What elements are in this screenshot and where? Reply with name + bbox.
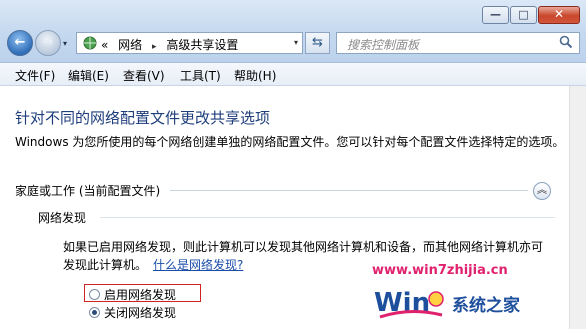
what-is-network-discovery-link[interactable]: 什么是网络发现? [153, 258, 243, 272]
chevron-up-icon: ︽ [537, 185, 547, 196]
enable-network-discovery-label: 启用网络发现 [104, 288, 177, 302]
profile-section-label: 家庭或工作 (当前配置文件) [15, 184, 161, 198]
menu-tools[interactable]: 工具(T) [180, 67, 221, 84]
search-input[interactable]: 搜索控制面板 [347, 36, 419, 53]
arrow-left-icon: ← [14, 35, 26, 50]
forward-button[interactable]: → [35, 30, 61, 56]
menu-file[interactable]: 文件(F) [15, 67, 55, 84]
breadcrumb-overflow[interactable]: « [101, 38, 108, 52]
network-icon [82, 36, 98, 50]
back-button[interactable]: ← [7, 30, 33, 56]
menu-edit[interactable]: 编辑(E) [68, 67, 109, 84]
address-dropdown-icon[interactable]: ▾ [294, 38, 298, 47]
page-description: Windows 为您所使用的每个网络创建单独的网络配置文件。您可以针对每个配置文… [15, 135, 565, 149]
close-button[interactable]: ✕ [538, 6, 580, 24]
breadcrumb: « 网络 ▸ 高级共享设置 [101, 36, 244, 53]
window-chrome: — □ ✕ ← → ▾ « 网络 ▸ 高级共享设置 ▾ ⇆ 搜索控制面板 [0, 0, 586, 63]
disable-network-discovery-label: 关闭网络发现 [104, 306, 177, 320]
network-discovery-divider [100, 217, 555, 218]
arrow-right-icon: → [42, 35, 54, 50]
search-icon [559, 35, 573, 53]
address-bar[interactable]: « 网络 ▸ 高级共享设置 ▾ [76, 32, 303, 54]
watermark-site-text: 系统之家 [452, 296, 520, 316]
profile-section-divider [170, 190, 528, 191]
menu-view[interactable]: 查看(V) [123, 67, 165, 84]
maximize-button[interactable]: □ [510, 6, 537, 24]
recent-pages-dropdown[interactable]: ▾ [63, 39, 67, 48]
disable-network-discovery-radio[interactable] [89, 307, 100, 318]
minimize-button[interactable]: — [482, 6, 509, 24]
maximize-icon: □ [518, 8, 529, 21]
breadcrumb-advanced-sharing[interactable]: 高级共享设置 [166, 38, 238, 52]
watermark: www.win7zhijia.cn Win 系统之家 [372, 263, 572, 325]
breadcrumb-separator-icon[interactable]: ▸ [152, 42, 157, 52]
disable-network-discovery-option[interactable]: 关闭网络发现 [89, 304, 176, 321]
refresh-button[interactable]: ⇆ [305, 32, 330, 54]
refresh-icon: ⇆ [312, 35, 323, 50]
page-title: 针对不同的网络配置文件更改共享选项 [15, 109, 271, 127]
enable-network-discovery-option[interactable]: 启用网络发现 [89, 286, 176, 303]
watermark-url: www.win7zhijia.cn [372, 263, 508, 278]
watermark-logo: Win [372, 281, 448, 323]
network-discovery-heading: 网络发现 [38, 211, 87, 225]
breadcrumb-network[interactable]: 网络 [118, 38, 142, 52]
menu-help[interactable]: 帮助(H) [234, 67, 276, 84]
menu-bar: 文件(F) 编辑(E) 查看(V) 工具(T) 帮助(H) [0, 63, 586, 86]
collapse-section-button[interactable]: ︽ [533, 182, 551, 200]
close-icon: ✕ [553, 7, 565, 21]
enable-network-discovery-radio[interactable] [89, 289, 100, 300]
minimize-icon: — [490, 8, 501, 21]
search-box[interactable]: 搜索控制面板 [336, 32, 580, 54]
